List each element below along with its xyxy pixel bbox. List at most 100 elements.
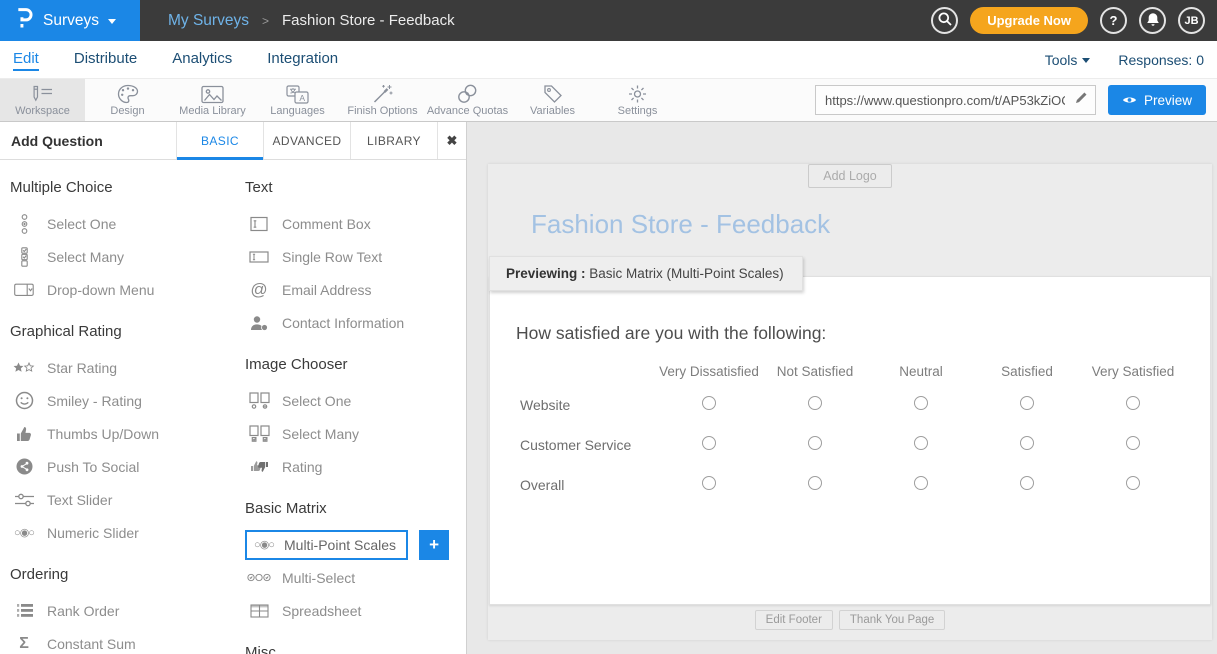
matrix-table: Very DissatisfiedNot SatisfiedNeutralSat… bbox=[506, 364, 1186, 505]
nav-tab-integration[interactable]: Integration bbox=[267, 48, 338, 71]
edit-url-button[interactable] bbox=[1069, 91, 1095, 109]
section-ordering: OrderingRank OrderΣConstant SumDrag and … bbox=[10, 565, 238, 654]
question-type-single-row-text[interactable]: Single Row Text bbox=[245, 240, 463, 273]
contact-icon bbox=[247, 315, 271, 331]
section-title-text: Text bbox=[245, 178, 463, 198]
question-type-select-many[interactable]: Select Many bbox=[10, 240, 238, 273]
breadcrumb-survey-name: Fashion Store - Feedback bbox=[282, 12, 455, 29]
close-panel-button[interactable]: ✖ bbox=[437, 122, 466, 159]
matrix-row-label: Website bbox=[506, 385, 656, 425]
toolbar-item-variables[interactable]: Variables bbox=[510, 79, 595, 121]
matrix-radio-customer-service-very-dissatisfied[interactable] bbox=[702, 436, 716, 450]
edit-footer-button[interactable]: Edit Footer bbox=[755, 610, 833, 630]
nav-tab-analytics[interactable]: Analytics bbox=[172, 48, 232, 71]
media-library-icon bbox=[201, 84, 224, 104]
matrix-radio-overall-not-satisfied[interactable] bbox=[808, 476, 822, 490]
question-type-drop-down-menu[interactable]: Drop-down Menu bbox=[10, 273, 238, 306]
matrix-radio-website-very-satisfied[interactable] bbox=[1126, 396, 1140, 410]
toolbar-item-advance-quotas[interactable]: Advance Quotas bbox=[425, 79, 510, 121]
question-type-column-2: Text Comment BoxSingle Row Text@Email Add… bbox=[245, 168, 463, 654]
avatar[interactable]: JB bbox=[1178, 7, 1205, 34]
question-type-constant-sum[interactable]: ΣConstant Sum bbox=[10, 627, 238, 654]
add-question-plus-button[interactable]: + bbox=[419, 530, 449, 560]
question-type-rating[interactable]: Rating bbox=[245, 450, 463, 483]
question-type-multi-point-scales[interactable]: ○◉○Multi-Point Scales+ bbox=[245, 528, 463, 561]
question-type-push-to-social[interactable]: Push To Social bbox=[10, 450, 238, 483]
question-type-contact-information[interactable]: Contact Information bbox=[245, 306, 463, 339]
chevron-down-icon bbox=[108, 19, 116, 24]
question-type-text-slider[interactable]: Text Slider bbox=[10, 483, 238, 516]
toolbar-item-settings[interactable]: Settings bbox=[595, 79, 680, 121]
question-type-select-one[interactable]: Select One bbox=[245, 384, 463, 417]
question-type-rank-order[interactable]: Rank Order bbox=[10, 594, 238, 627]
tools-menu[interactable]: Tools bbox=[1045, 52, 1091, 68]
question-type-select-one[interactable]: Select One bbox=[10, 207, 238, 240]
responses-count: Responses: 0 bbox=[1118, 52, 1204, 68]
img-select-one-icon bbox=[247, 392, 271, 409]
matrix-radio-overall-satisfied[interactable] bbox=[1020, 476, 1034, 490]
thank-you-page-button[interactable]: Thank You Page bbox=[839, 610, 945, 630]
question-type-email-address[interactable]: @Email Address bbox=[245, 273, 463, 306]
matrix-radio-customer-service-satisfied[interactable] bbox=[1020, 436, 1034, 450]
matrix-radio-customer-service-neutral[interactable] bbox=[914, 436, 928, 450]
question-type-multi-select[interactable]: Multi-Select bbox=[245, 561, 463, 594]
toolbar-items: WorkspaceDesignMedia LibraryALanguagesFi… bbox=[0, 79, 680, 121]
question-type-numeric-slider[interactable]: ○◉○Numeric Slider bbox=[10, 516, 238, 549]
single-row-icon bbox=[247, 251, 271, 263]
matrix-column-satisfied: Satisfied bbox=[974, 364, 1080, 385]
matrix-radio-website-not-satisfied[interactable] bbox=[808, 396, 822, 410]
question-type-thumbs-up-down[interactable]: Thumbs Up/Down bbox=[10, 417, 238, 450]
question-type-spreadsheet[interactable]: Spreadsheet bbox=[245, 594, 463, 627]
app-switcher[interactable]: Surveys bbox=[0, 0, 140, 41]
panel-tab-advanced[interactable]: ADVANCED bbox=[263, 122, 350, 159]
breadcrumb-my-surveys[interactable]: My Surveys bbox=[168, 12, 249, 30]
spreadsheet-icon bbox=[247, 604, 271, 618]
edit-toolbar: WorkspaceDesignMedia LibraryALanguagesFi… bbox=[0, 78, 1217, 122]
panel-tab-basic[interactable]: BASIC bbox=[176, 122, 263, 159]
toolbar-item-workspace[interactable]: Workspace bbox=[0, 79, 85, 121]
matrix-radio-overall-very-satisfied[interactable] bbox=[1126, 476, 1140, 490]
panel-tab-library[interactable]: LIBRARY bbox=[350, 122, 437, 159]
matrix-radio-customer-service-very-satisfied[interactable] bbox=[1126, 436, 1140, 450]
nav-tab-edit[interactable]: Edit bbox=[13, 48, 39, 71]
survey-preview-area: Add Logo Fashion Store - Feedback Previe… bbox=[467, 122, 1217, 654]
add-logo-button[interactable]: Add Logo bbox=[808, 164, 892, 188]
survey-title[interactable]: Fashion Store - Feedback bbox=[531, 209, 1212, 239]
matrix-row-label: Overall bbox=[506, 465, 656, 505]
survey-preview-card: Add Logo Fashion Store - Feedback Previe… bbox=[488, 164, 1212, 640]
notifications-button[interactable] bbox=[1139, 7, 1166, 34]
matrix-radio-overall-neutral[interactable] bbox=[914, 476, 928, 490]
section-title-basic-matrix: Basic Matrix bbox=[245, 499, 463, 519]
question-type-select-many[interactable]: Select Many bbox=[245, 417, 463, 450]
upgrade-now-button[interactable]: Upgrade Now bbox=[970, 7, 1088, 34]
toolbar-item-media-library[interactable]: Media Library bbox=[170, 79, 255, 121]
breadcrumb-separator: > bbox=[262, 14, 269, 28]
matrix-radio-overall-very-dissatisfied[interactable] bbox=[702, 476, 716, 490]
search-icon bbox=[938, 12, 952, 29]
help-button[interactable]: ? bbox=[1100, 7, 1127, 34]
toolbar-item-design[interactable]: Design bbox=[85, 79, 170, 121]
section-image-chooser: Image ChooserSelect OneSelect ManyRating bbox=[245, 355, 463, 483]
matrix-radio-website-neutral[interactable] bbox=[914, 396, 928, 410]
section-basic-matrix: Basic Matrix ○◉○Multi-Point Scales+Multi-… bbox=[245, 499, 463, 627]
preview-button[interactable]: Preview bbox=[1108, 85, 1206, 115]
settings-icon bbox=[627, 84, 648, 104]
question-type-star-rating[interactable]: Star Rating bbox=[10, 351, 238, 384]
matrix-column-very-satisfied: Very Satisfied bbox=[1080, 364, 1186, 385]
thumb-up-icon bbox=[12, 426, 36, 442]
numeric-slider-icon: ○◉○ bbox=[12, 526, 36, 539]
survey-url-box bbox=[815, 85, 1096, 115]
nav-tab-distribute[interactable]: Distribute bbox=[74, 48, 137, 71]
rank-order-icon bbox=[12, 603, 36, 618]
matrix-radio-customer-service-not-satisfied[interactable] bbox=[808, 436, 822, 450]
toolbar-item-languages[interactable]: ALanguages bbox=[255, 79, 340, 121]
question-type-comment-box[interactable]: Comment Box bbox=[245, 207, 463, 240]
search-button[interactable] bbox=[931, 7, 958, 34]
section-title-graphical-rating: Graphical Rating bbox=[10, 322, 238, 342]
dropdown-icon bbox=[12, 283, 36, 297]
matrix-radio-website-very-dissatisfied[interactable] bbox=[702, 396, 716, 410]
toolbar-item-finish-options[interactable]: Finish Options bbox=[340, 79, 425, 121]
survey-url-input[interactable] bbox=[816, 93, 1069, 108]
matrix-radio-website-satisfied[interactable] bbox=[1020, 396, 1034, 410]
question-type-smiley-rating[interactable]: Smiley - Rating bbox=[10, 384, 238, 417]
